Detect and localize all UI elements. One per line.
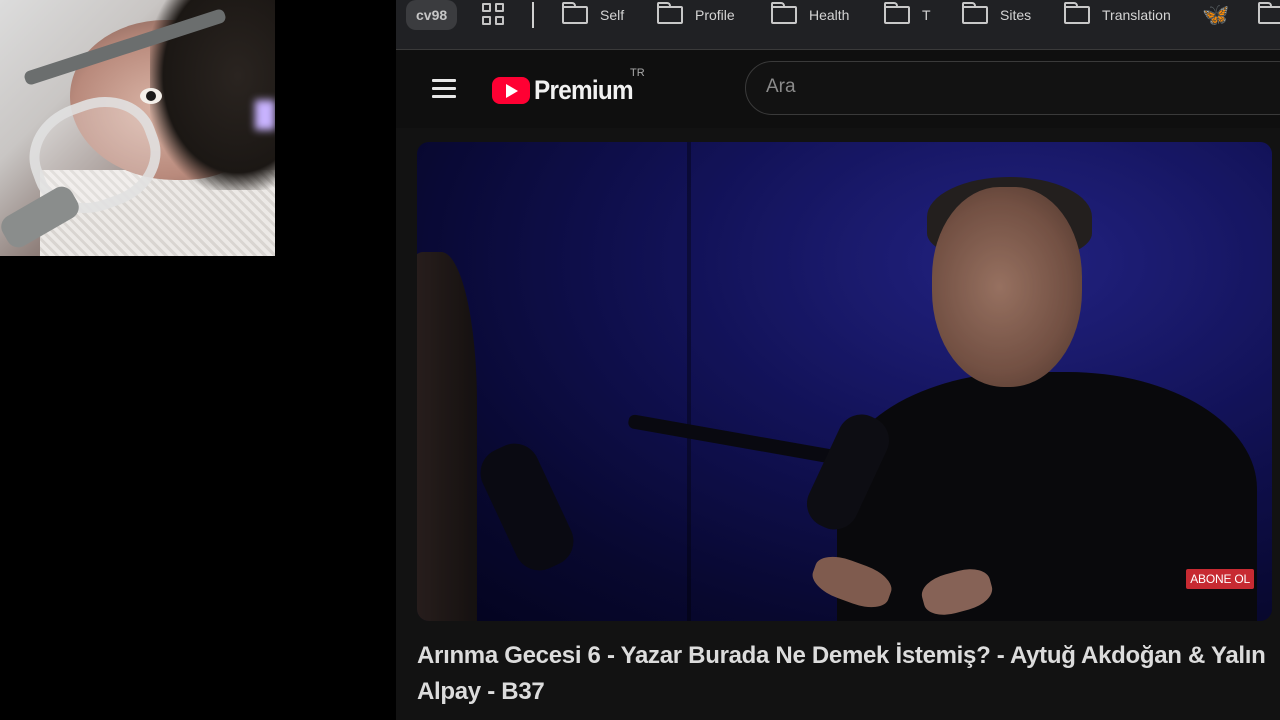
bookmark-label: T: [922, 7, 931, 23]
bookmark-label: Translation: [1102, 7, 1171, 23]
apps-grid-icon[interactable]: [482, 3, 506, 27]
bookmark-label: Health: [809, 7, 850, 23]
youtube-play-icon: [492, 77, 530, 104]
youtube-premium-logo[interactable]: Premium TR: [492, 67, 645, 106]
folder-icon: [1064, 2, 1090, 24]
bookmark-folder-profile[interactable]: Profile: [657, 2, 735, 28]
folder-icon: [562, 2, 588, 24]
bookmark-folder-self[interactable]: Self: [562, 2, 624, 28]
folder-icon: [884, 2, 910, 24]
bookmark-label: Profile: [695, 7, 735, 23]
bookmark-folder-t[interactable]: T: [884, 2, 931, 28]
webcam-light-glow: [255, 100, 275, 130]
webcam-eye: [140, 88, 162, 104]
bookmark-folder-overflow[interactable]: [1258, 2, 1280, 28]
profile-chip[interactable]: cv98: [406, 0, 458, 30]
bookmarks-separator: [532, 2, 534, 28]
menu-icon[interactable]: [432, 79, 456, 99]
region-code: TR: [630, 67, 645, 79]
bookmark-folder-health[interactable]: Health: [771, 2, 849, 28]
bookmark-folder-translation[interactable]: Translation: [1064, 2, 1171, 28]
bookmark-label: Self: [600, 7, 625, 23]
browser-window: cv98 Self Profile Health T Sites Transla…: [396, 0, 1280, 720]
video-shade: [417, 142, 1272, 621]
folder-icon: [771, 2, 797, 24]
bookmark-folder-sites[interactable]: Sites: [962, 2, 1031, 28]
video-title: Arınma Gecesi 6 - Yazar Burada Ne Demek …: [417, 642, 1266, 705]
folder-icon: [1258, 2, 1280, 24]
youtube-header: Premium TR: [396, 50, 1280, 128]
folder-icon: [962, 2, 988, 24]
folder-icon: [657, 2, 683, 24]
bookmark-label: Sites: [1000, 7, 1032, 23]
search-box[interactable]: [745, 61, 1280, 115]
search-input[interactable]: [766, 76, 1166, 98]
logo-text: Premium: [534, 75, 634, 105]
bookmarks-bar: cv98 Self Profile Health T Sites Transla…: [396, 0, 1280, 50]
webcam-overlay: [0, 0, 275, 256]
video-player[interactable]: ABONE OL: [417, 142, 1272, 621]
subscribe-watermark: ABONE OL: [1186, 569, 1254, 589]
butterfly-icon[interactable]: 🦋: [1202, 3, 1229, 27]
